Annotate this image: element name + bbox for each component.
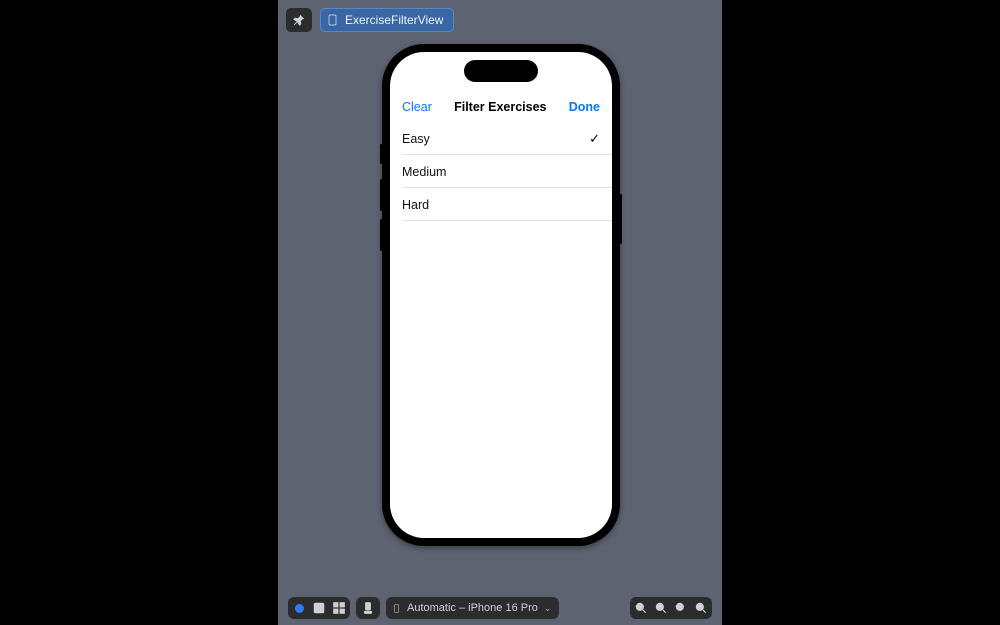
list-row-hard[interactable]: Hard ✓ (390, 188, 612, 221)
device-side-button (380, 219, 383, 251)
phone-icon (392, 602, 401, 615)
zoom-fit-button[interactable] (654, 601, 668, 615)
zoom-actual-button[interactable] (674, 601, 688, 615)
list-row-label: Medium (402, 165, 446, 179)
pin-icon (292, 13, 306, 27)
top-breadcrumb-bar: ExerciseFilterView (286, 8, 454, 32)
canvas-toolbar-left: Automatic – iPhone 16 Pro ⌄ (288, 597, 559, 619)
preview-mode-group (288, 597, 350, 619)
zoom-controls (630, 597, 712, 619)
simulator-device-frame: Clear Filter Exercises Done Easy ✓ Mediu… (382, 44, 620, 546)
page-title: Filter Exercises (454, 100, 546, 114)
device-selector[interactable]: Automatic – iPhone 16 Pro ⌄ (386, 597, 559, 619)
chevron-down-icon: ⌄ (544, 603, 552, 614)
done-button[interactable]: Done (569, 100, 600, 114)
device-side-button (619, 194, 622, 244)
file-chip-label: ExerciseFilterView (345, 13, 443, 27)
navigation-bar: Clear Filter Exercises Done (390, 94, 612, 120)
device-selector-label: Automatic – iPhone 16 Pro (407, 602, 538, 614)
device-side-button (380, 179, 383, 211)
zoom-out-button[interactable] (634, 601, 648, 615)
app-window: ExerciseFilterView Clear Filter Exercise… (0, 0, 1000, 625)
list-row-label: Hard (402, 198, 429, 212)
dynamic-island (464, 60, 538, 82)
pin-button[interactable] (286, 8, 312, 32)
list-row-medium[interactable]: Medium ✓ (390, 155, 612, 188)
variants-preview-button[interactable] (332, 601, 346, 615)
swift-file-icon (327, 14, 339, 26)
list-row-easy[interactable]: Easy ✓ (390, 122, 612, 155)
canvas-toolbar-right (630, 597, 712, 619)
canvas-toolbar: Automatic – iPhone 16 Pro ⌄ (278, 591, 722, 625)
checkmark-icon: ✓ (589, 131, 600, 147)
selectable-preview-button[interactable] (312, 601, 326, 615)
file-chip[interactable]: ExerciseFilterView (320, 8, 454, 32)
difficulty-list: Easy ✓ Medium ✓ Hard ✓ (390, 122, 612, 221)
zoom-in-button[interactable] (694, 601, 708, 615)
device-side-button (380, 144, 383, 164)
clear-button[interactable]: Clear (402, 100, 432, 114)
live-preview-button[interactable] (292, 601, 306, 615)
simulator-screen: Clear Filter Exercises Done Easy ✓ Mediu… (390, 52, 612, 538)
device-settings-button[interactable] (356, 597, 380, 619)
list-row-label: Easy (402, 132, 430, 146)
device-settings-icon (361, 601, 375, 615)
preview-canvas: ExerciseFilterView Clear Filter Exercise… (278, 0, 722, 625)
